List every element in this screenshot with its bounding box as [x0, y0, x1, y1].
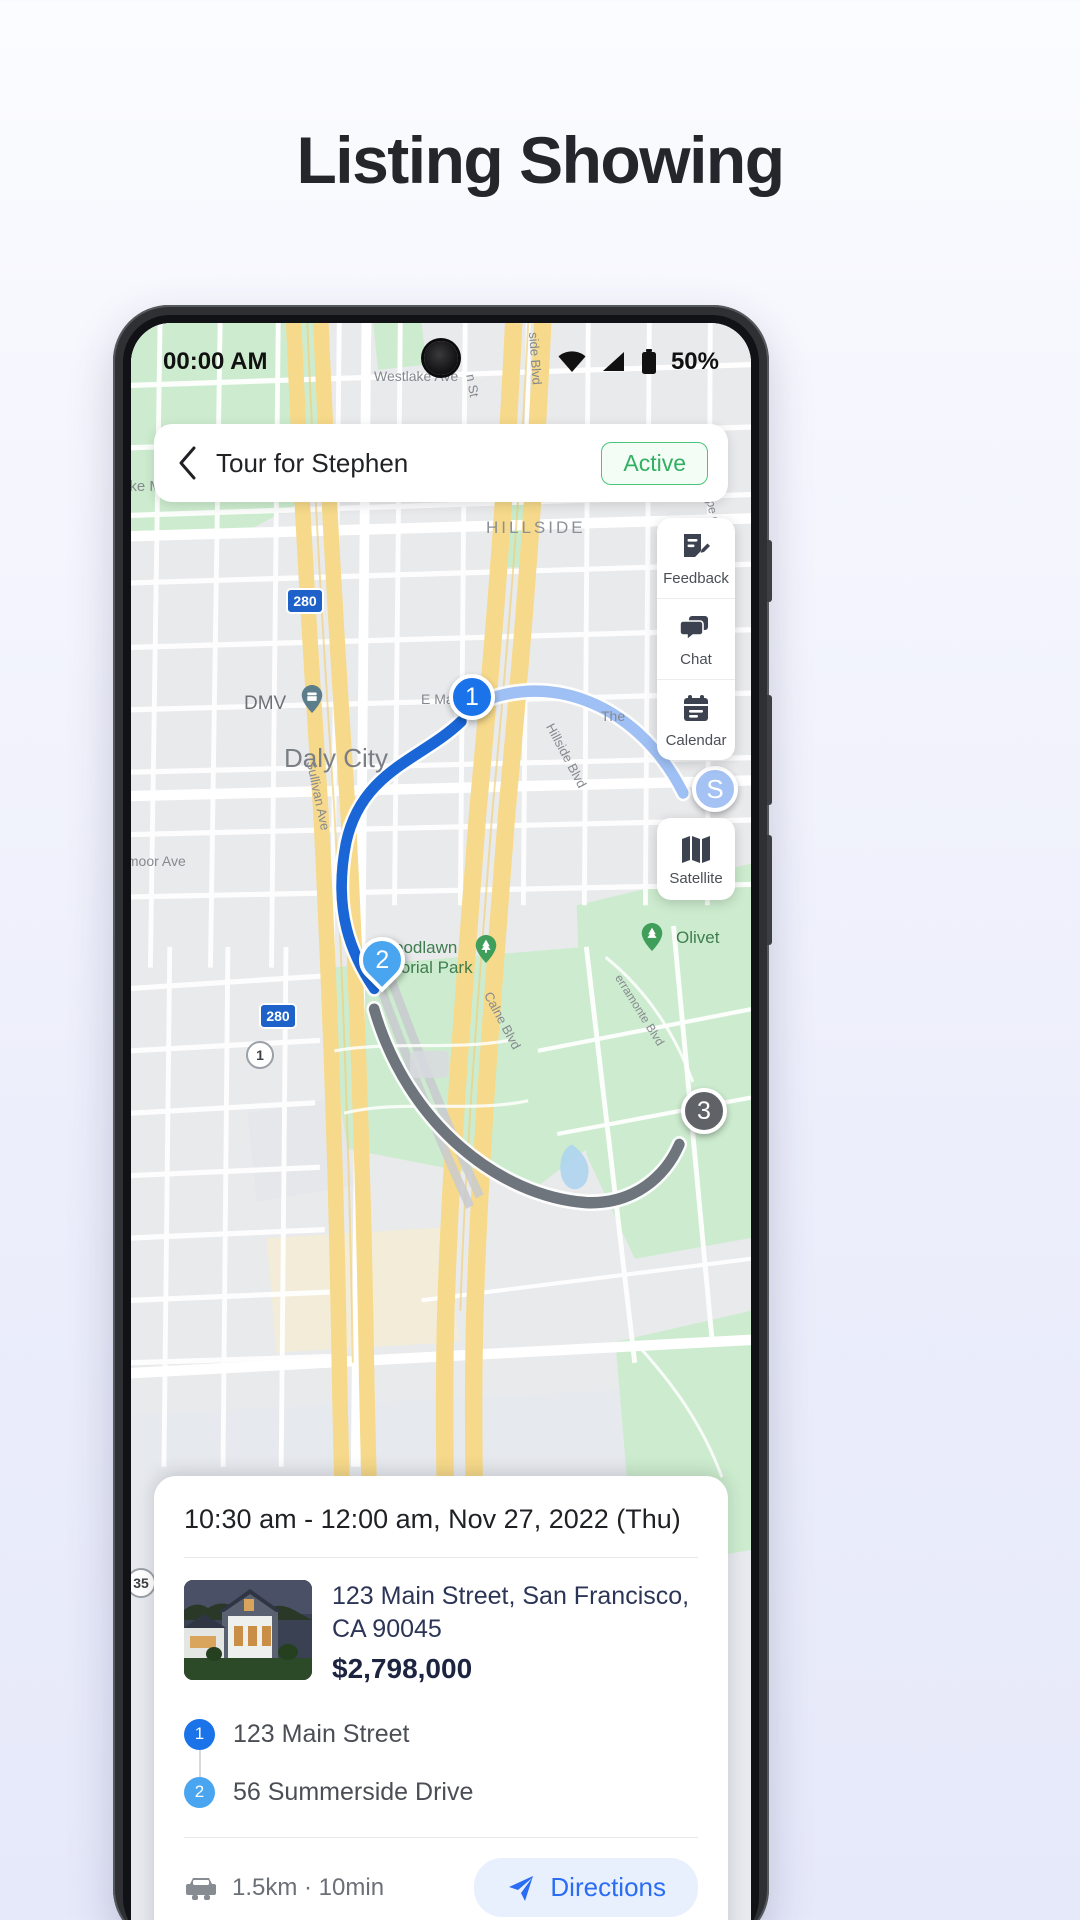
feedback-icon: [684, 534, 710, 557]
chat-icon: [679, 616, 708, 642]
chevron-left-icon: [179, 446, 196, 480]
status-bar-icons: 50%: [557, 348, 719, 376]
stops-list: 1 123 Main Street 2 56 Summerside Drive: [184, 1703, 698, 1837]
directions-button[interactable]: Directions: [474, 1858, 698, 1917]
satellite-map-icon: [682, 836, 710, 863]
phone-screen: HILLSIDE Daly City DMV E Market St Westl…: [131, 323, 751, 1920]
map-marker-stop-1[interactable]: 1: [449, 674, 495, 720]
map-marker-stop-2-label: 2: [375, 945, 389, 974]
highway-shield-280-south: 280: [259, 1003, 297, 1029]
map-action-panel: Feedback Chat Calendar: [657, 518, 735, 760]
tour-header-card: Tour for Stephen Active: [154, 424, 728, 502]
park-marker-icon: [475, 935, 497, 963]
status-badge[interactable]: Active: [601, 441, 708, 485]
listing-price: $2,798,000: [332, 1653, 473, 1684]
poi-pin-woodlawn-park: [475, 935, 497, 963]
listing-address: 123 Main Street, San Francisco, CA 90045: [332, 1582, 690, 1643]
send-arrow-icon: [509, 1875, 534, 1901]
listing-thumbnail: [184, 1580, 312, 1680]
sheet-footer: 1.5km · 10min Directions: [184, 1838, 698, 1920]
stop-number-badge: 2: [184, 1776, 215, 1808]
front-camera-punch-hole: [424, 341, 458, 375]
park-marker-icon: [641, 923, 663, 951]
satellite-layer-button[interactable]: Satellite: [657, 818, 735, 900]
feedback-button[interactable]: Feedback: [657, 518, 735, 598]
phone-side-button-1: [767, 540, 772, 602]
highway-shield-1: 1: [246, 1041, 274, 1069]
stop-address: 56 Summerside Drive: [233, 1777, 474, 1806]
tour-title: Tour for Stephen: [216, 447, 409, 478]
back-button[interactable]: [174, 446, 202, 480]
feedback-button-label: Feedback: [663, 570, 729, 587]
phone-side-button-3: [767, 835, 772, 945]
calendar-button-label: Calendar: [665, 732, 727, 749]
battery-icon: [641, 349, 656, 374]
travel-summary: 1.5km · 10min: [184, 1874, 384, 1902]
calendar-button[interactable]: Calendar: [657, 679, 735, 760]
poi-marker-icon: [301, 685, 323, 713]
showing-detail-sheet: 10:30 am - 12:00 am, Nov 27, 2022 (Thu): [154, 1476, 728, 1920]
battery-percent-label: 50%: [670, 348, 719, 375]
stop-connector-line: [199, 1749, 201, 1777]
page-title: Listing Showing: [296, 123, 785, 197]
chat-button-label: Chat: [680, 651, 712, 668]
phone-side-button-2: [767, 695, 772, 805]
phone-mockup: HILLSIDE Daly City DMV E Market St Westl…: [113, 305, 772, 1920]
car-icon: [186, 1877, 216, 1900]
map-marker-start-label: S: [706, 773, 724, 804]
map-marker-stop-3-label: 3: [697, 1096, 711, 1125]
poi-pin-dmv: [301, 685, 323, 713]
travel-summary-label: 1.5km · 10min: [232, 1873, 385, 1901]
stop-address: 123 Main Street: [233, 1719, 410, 1748]
calendar-icon: [684, 695, 708, 721]
poi-pin-olivet: [641, 923, 663, 951]
showing-datetime: 10:30 am - 12:00 am, Nov 27, 2022 (Thu): [184, 1504, 681, 1534]
status-bar-clock: 00:00 AM: [163, 348, 268, 375]
highway-shield-280-north: 280: [286, 588, 324, 614]
map-marker-stop-3[interactable]: 3: [681, 1088, 727, 1134]
listing-summary[interactable]: 123 Main Street, San Francisco, CA 90045…: [184, 1558, 698, 1703]
satellite-layer-label: Satellite: [669, 870, 723, 887]
directions-button-label: Directions: [550, 1872, 666, 1902]
cellular-signal-icon: [602, 352, 624, 371]
stop-list-item[interactable]: 1 123 Main Street: [184, 1705, 698, 1777]
map-marker-stop-1-label: 1: [465, 682, 479, 711]
stop-list-item[interactable]: 2 56 Summerside Drive: [184, 1763, 698, 1821]
map-marker-start[interactable]: S: [692, 766, 738, 812]
chat-button[interactable]: Chat: [657, 598, 735, 679]
phone-bezel: HILLSIDE Daly City DMV E Market St Westl…: [123, 315, 759, 1920]
wifi-icon: [558, 351, 586, 372]
house-photo: [184, 1580, 312, 1680]
stop-number-badge: 1: [184, 1718, 215, 1750]
listing-text: 123 Main Street, San Francisco, CA 90045…: [332, 1580, 698, 1685]
